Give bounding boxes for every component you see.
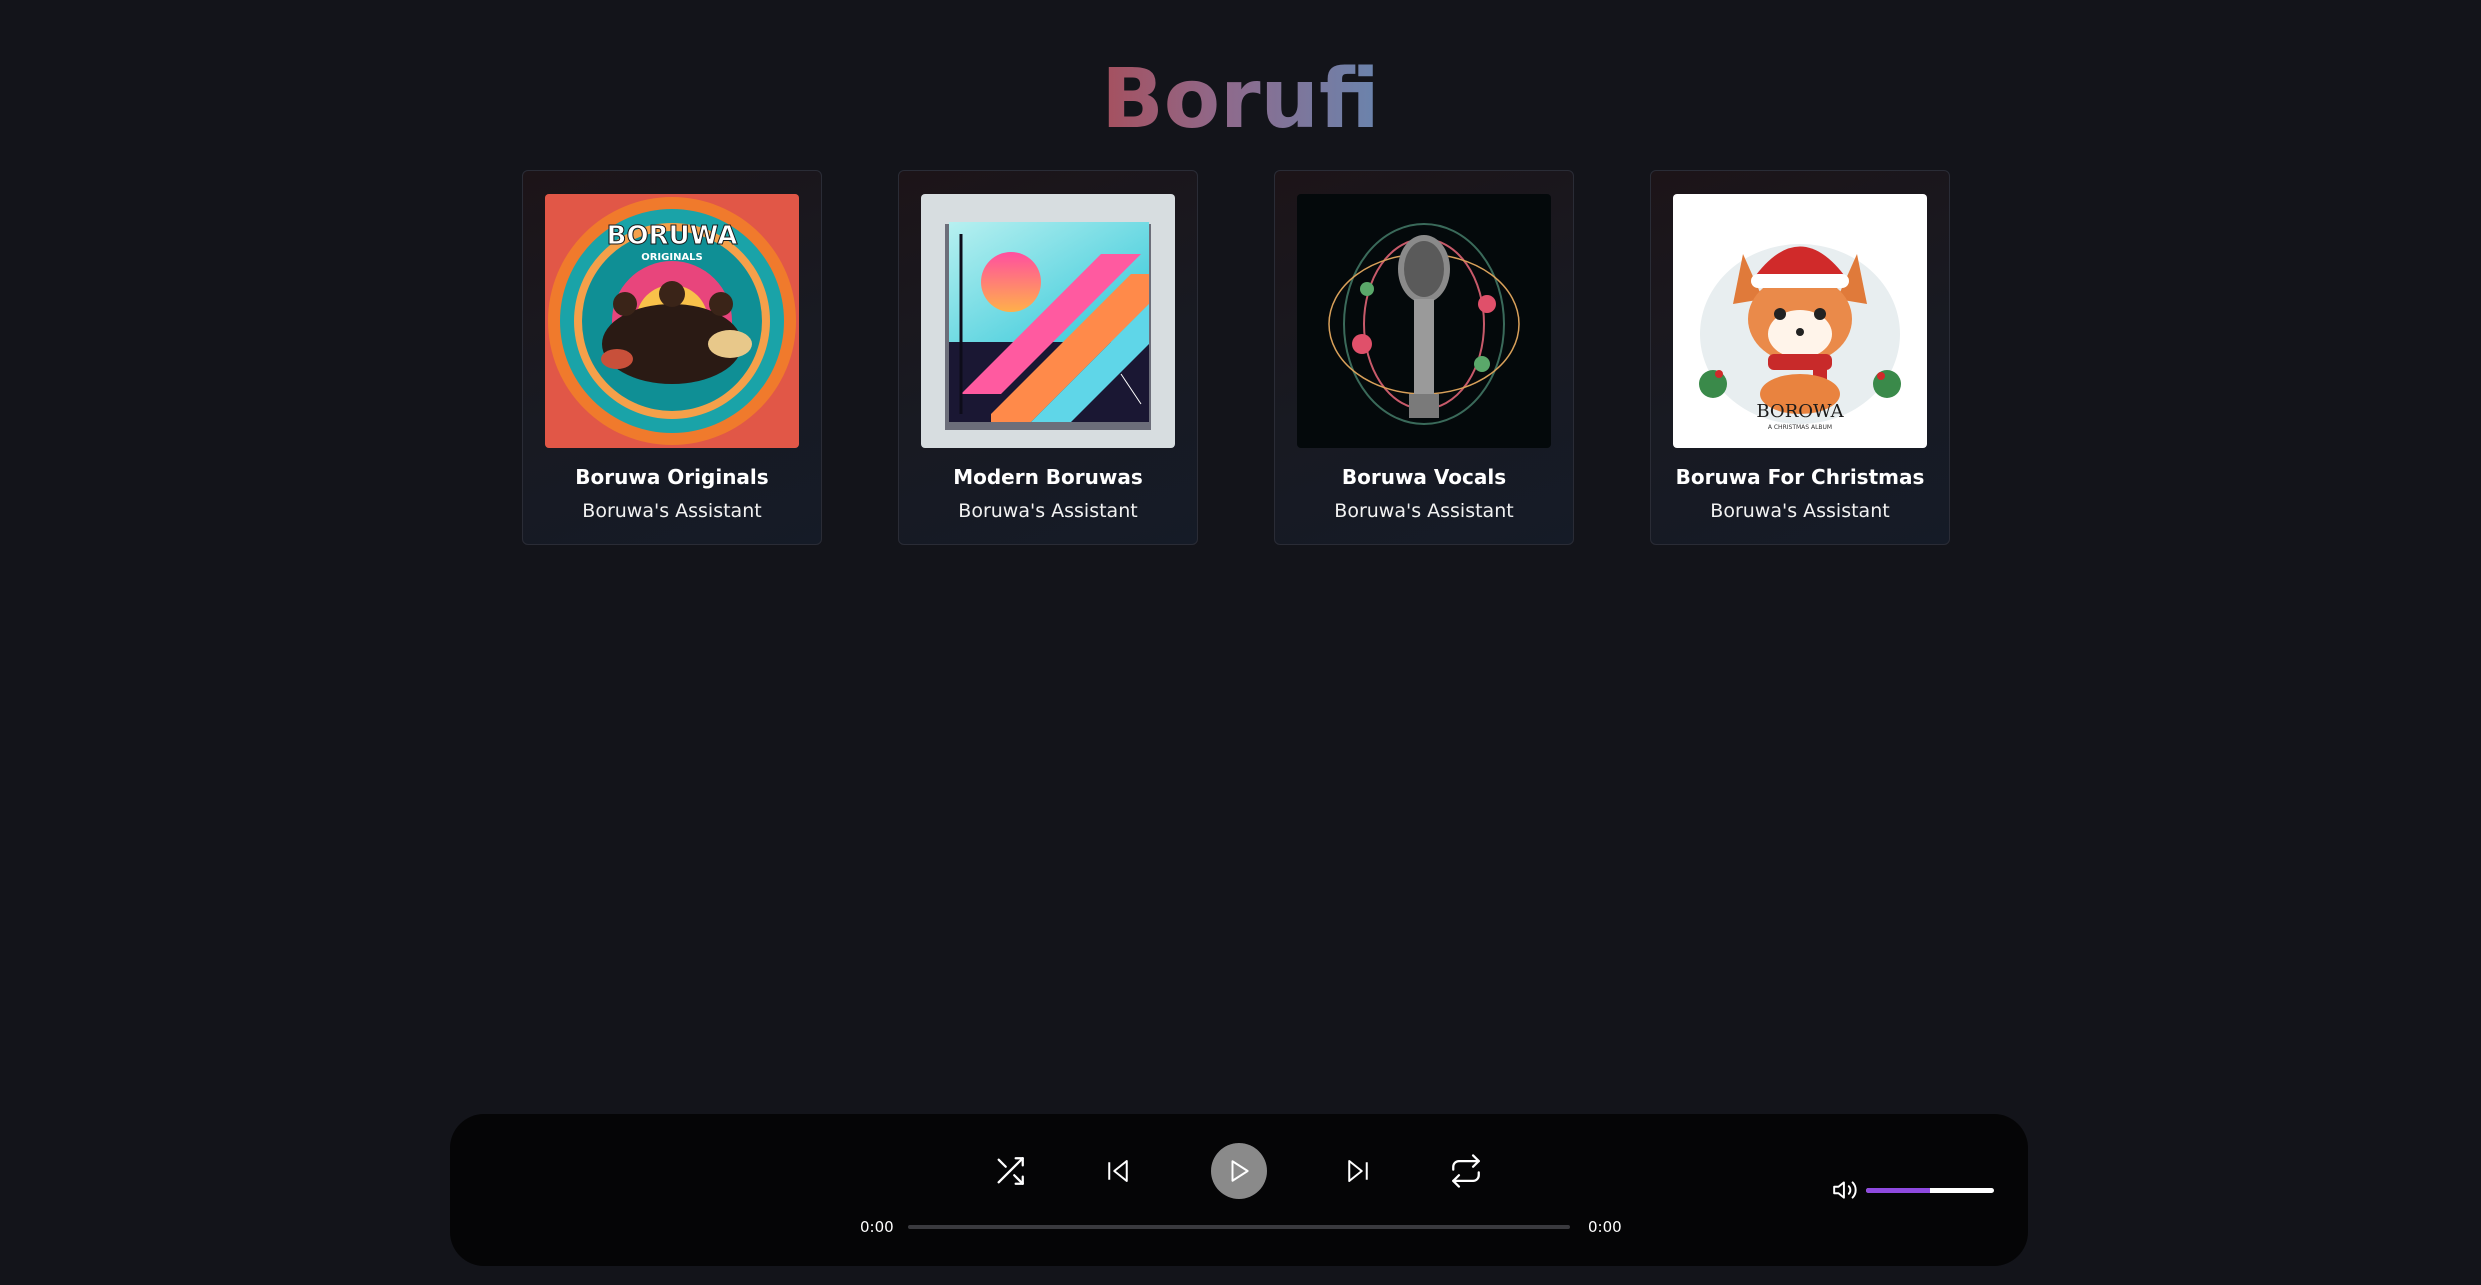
playlist-cover-image — [1297, 194, 1551, 448]
current-time: 0:00 — [860, 1218, 894, 1236]
playlist-title: Boruwa For Christmas — [1675, 465, 1925, 489]
play-icon — [1231, 1160, 1249, 1182]
play-button[interactable] — [1211, 1143, 1267, 1199]
volume-slider[interactable] — [1866, 1188, 1994, 1193]
repeat-icon — [1452, 1154, 1480, 1188]
player-bar: 0:00 0:00 — [450, 1114, 2028, 1266]
next-button[interactable] — [1330, 1143, 1386, 1199]
repeat-button[interactable] — [1438, 1143, 1494, 1199]
next-icon — [1348, 1160, 1368, 1182]
playlist-owner: Boruwa's Assistant — [1334, 500, 1514, 522]
playlist-grid: BORUWA ORIGINALS Boruwa Originals Boruwa… — [522, 170, 1950, 545]
app-title: Borufi — [0, 50, 2481, 150]
cover-text: BORUWA — [607, 221, 738, 251]
playback-controls — [450, 1143, 2028, 1199]
progress-bar[interactable] — [908, 1225, 1570, 1229]
duration-time: 0:00 — [1588, 1218, 1622, 1236]
playlist-card-boruwa-for-christmas[interactable]: BOROWA A CHRISTMAS ALBUM Boruwa For Chri… — [1650, 170, 1950, 545]
previous-icon — [1108, 1160, 1128, 1182]
boruwa-for-christmas-artwork: BOROWA A CHRISTMAS ALBUM — [1673, 194, 1927, 448]
playlist-card-boruwa-originals[interactable]: BORUWA ORIGINALS Boruwa Originals Boruwa… — [522, 170, 822, 545]
playlist-title: Boruwa Vocals — [1341, 465, 1507, 489]
playlist-title: Modern Boruwas — [953, 465, 1143, 489]
cover-text: BOROWA — [1756, 401, 1844, 422]
playlist-cover-image: BORUWA ORIGINALS — [545, 194, 799, 448]
playlist-cover-image — [921, 194, 1175, 448]
playlist-owner: Boruwa's Assistant — [958, 500, 1138, 522]
playlist-cover-image: BOROWA A CHRISTMAS ALBUM — [1673, 194, 1927, 448]
volume-fill — [1866, 1188, 1930, 1193]
playlist-card-modern-boruwas[interactable]: Modern Boruwas Boruwa's Assistant — [898, 170, 1198, 545]
boruwa-originals-artwork: BORUWA ORIGINALS — [545, 194, 799, 448]
modern-boruwas-artwork — [921, 194, 1175, 448]
previous-button[interactable] — [1090, 1143, 1146, 1199]
playlist-card-boruwa-vocals[interactable]: Boruwa Vocals Boruwa's Assistant — [1274, 170, 1574, 545]
playlist-owner: Boruwa's Assistant — [582, 500, 762, 522]
playlist-owner: Boruwa's Assistant — [1710, 500, 1890, 522]
cover-subtext: A CHRISTMAS ALBUM — [1768, 424, 1832, 431]
shuffle-button[interactable] — [982, 1143, 1038, 1199]
volume-icon[interactable] — [1832, 1177, 1858, 1203]
cover-subtext: ORIGINALS — [641, 252, 703, 263]
playlist-title: Boruwa Originals — [575, 465, 769, 489]
shuffle-icon — [997, 1157, 1024, 1185]
app-title-text: Borufi — [1101, 52, 1380, 147]
boruwa-vocals-artwork — [1297, 194, 1551, 448]
